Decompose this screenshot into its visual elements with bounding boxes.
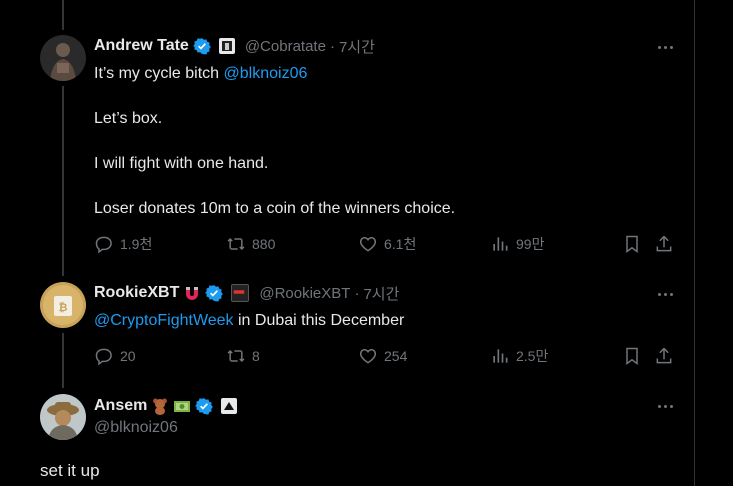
more-icon[interactable] — [655, 37, 675, 57]
thread-line — [62, 86, 64, 276]
retweet-count: 8 — [252, 348, 260, 364]
like-count: 6.1천 — [384, 236, 417, 252]
views-count: 99만 — [516, 236, 545, 252]
share-icon — [656, 347, 672, 364]
retweet-button[interactable]: 880 — [226, 234, 275, 254]
timestamp[interactable]: 7시간 — [339, 36, 375, 57]
more-icon[interactable] — [655, 396, 675, 416]
display-name[interactable]: Ansem — [94, 397, 147, 415]
affiliate-badge-icon[interactable] — [231, 284, 250, 302]
tweet-header: RookieXBT @RookieXBT · 7시간 — [94, 282, 399, 304]
share-button[interactable] — [654, 234, 674, 254]
retweet-button[interactable]: 8 — [226, 346, 260, 366]
tweet-text-line: It’s my cycle bitch @blknoiz06 — [94, 65, 308, 82]
retweet-count: 880 — [252, 236, 276, 252]
affiliate-badge-icon[interactable] — [221, 398, 238, 414]
display-name[interactable]: Andrew Tate — [94, 37, 189, 55]
like-icon — [359, 236, 377, 252]
thread-line — [62, 0, 64, 30]
magnet-emoji-icon — [183, 284, 201, 302]
verified-icon — [205, 285, 224, 302]
avatar[interactable] — [40, 394, 86, 440]
like-icon — [359, 348, 377, 364]
handle[interactable]: @blknoiz06 — [94, 419, 178, 437]
verified-icon — [192, 38, 211, 55]
avatar[interactable]: ₿ — [40, 282, 86, 328]
handle[interactable]: @RookieXBT — [259, 285, 350, 302]
tweet-text-line: @CryptoFightWeek in Dubai this December — [94, 312, 405, 329]
avatar[interactable] — [40, 35, 86, 81]
bookmark-icon — [626, 235, 638, 253]
views-icon — [493, 237, 508, 251]
like-count: 254 — [384, 348, 408, 364]
separator-dot: · — [329, 37, 335, 55]
svg-text:₿: ₿ — [59, 302, 68, 314]
reply-button[interactable]: 20 — [94, 346, 136, 366]
like-button[interactable]: 6.1천 — [358, 234, 416, 254]
tweet-header: Ansem — [94, 395, 238, 417]
share-icon — [656, 235, 672, 252]
retweet-icon — [227, 349, 245, 363]
views-button[interactable]: 99만 — [490, 234, 544, 254]
display-name[interactable]: RookieXBT — [94, 284, 179, 302]
tweet-text-line: Let’s box. — [94, 110, 163, 127]
timeline: Andrew Tate @Cobratate · 7시간 It’s my cyc… — [0, 0, 695, 486]
bookmark-button[interactable] — [622, 346, 642, 366]
teddy-bear-emoji-icon — [151, 397, 169, 415]
tweet-actions: 1.9천 880 6.1천 99만 — [94, 232, 684, 256]
handle[interactable]: @Cobratate — [245, 38, 326, 55]
verified-icon — [195, 398, 214, 415]
reply-button[interactable]: 1.9천 — [94, 234, 152, 254]
thread-line — [62, 333, 64, 388]
mention-link[interactable]: @blknoiz06 — [224, 65, 308, 82]
views-button[interactable]: 2.5만 — [490, 346, 548, 366]
views-count: 2.5만 — [516, 348, 549, 364]
tweet-header: Andrew Tate @Cobratate · 7시간 — [94, 35, 375, 57]
tweet-text-line: I will fight with one hand. — [94, 155, 269, 172]
money-emoji-icon — [173, 397, 191, 415]
like-button[interactable]: 254 — [358, 346, 407, 366]
tweet-text: set it up — [40, 461, 100, 480]
reply-count: 20 — [120, 348, 136, 364]
share-button[interactable] — [654, 346, 674, 366]
mention-link[interactable]: @CryptoFightWeek — [94, 312, 234, 329]
affiliate-badge-icon[interactable] — [218, 38, 235, 54]
reply-count: 1.9천 — [120, 236, 153, 252]
reply-icon — [95, 236, 112, 254]
bookmark-icon — [626, 347, 638, 365]
tweet-actions: 20 8 254 2.5만 — [94, 344, 684, 368]
timestamp[interactable]: 7시간 — [363, 283, 399, 304]
separator-dot: · — [354, 284, 360, 302]
bookmark-button[interactable] — [622, 234, 642, 254]
views-icon — [493, 349, 508, 363]
tweet-text-line: Loser donates 10m to a coin of the winne… — [94, 200, 456, 217]
reply-icon — [95, 348, 112, 366]
more-icon[interactable] — [655, 284, 675, 304]
retweet-icon — [227, 237, 245, 251]
